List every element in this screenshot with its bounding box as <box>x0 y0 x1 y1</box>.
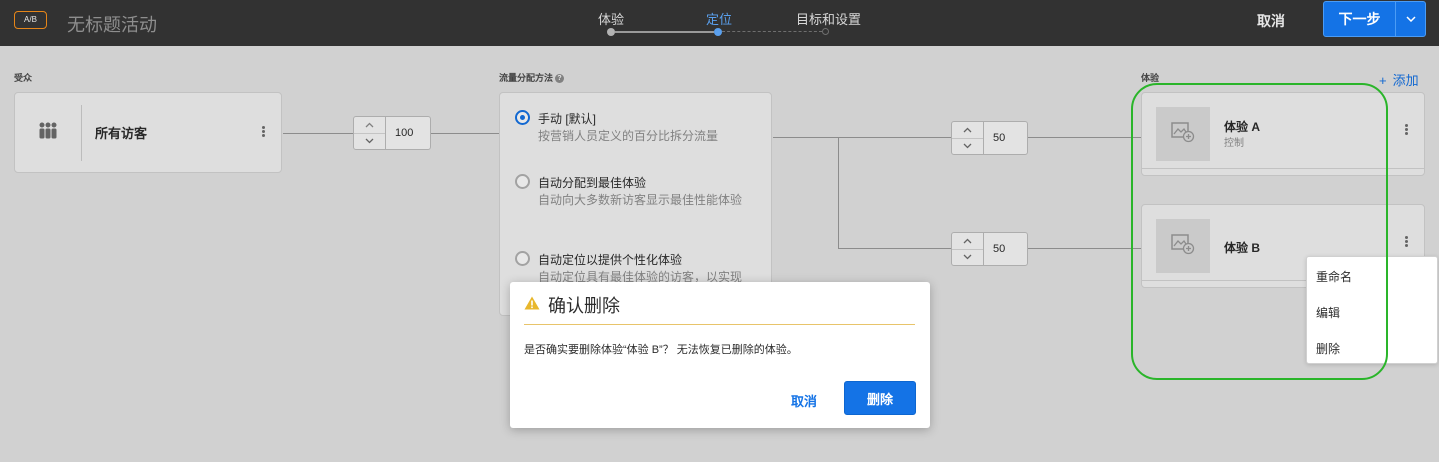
top-bar: A/B 无标题活动 体验 定位 目标和设置 取消 下一步 <box>0 0 1439 46</box>
menu-item-rename[interactable]: 重命名 <box>1316 268 1352 285</box>
workflow-steps: 体验 定位 目标和设置 <box>598 0 861 46</box>
step-progress-line <box>615 31 714 33</box>
menu-item-edit[interactable]: 编辑 <box>1316 304 1340 321</box>
experience-context-menu: 重命名 编辑 删除 <box>1306 256 1438 364</box>
next-button-group: 下一步 <box>1323 1 1426 37</box>
step-goals-settings[interactable]: 目标和设置 <box>796 9 861 28</box>
step-dot-active <box>714 28 722 36</box>
step-experiences[interactable]: 体验 <box>598 9 624 28</box>
cancel-button[interactable]: 取消 <box>1257 11 1285 31</box>
step-dot-done <box>607 28 615 36</box>
next-button[interactable]: 下一步 <box>1324 2 1395 36</box>
confirm-delete-dialog: 确认删除 是否确实要删除体验“体验 B”？ 无法恢复已删除的体验。 取消 删除 <box>510 282 930 428</box>
activity-title[interactable]: 无标题活动 <box>67 11 157 37</box>
dialog-divider <box>524 324 915 325</box>
ab-activity-badge: A/B <box>14 11 47 29</box>
menu-item-delete[interactable]: 删除 <box>1316 340 1340 357</box>
dialog-message: 是否确实要删除体验“体验 B”？ 无法恢复已删除的体验。 <box>524 344 798 356</box>
step-dot-pending <box>822 28 829 35</box>
step-targeting[interactable]: 定位 <box>706 9 732 28</box>
warning-icon <box>524 296 540 315</box>
dialog-cancel-button[interactable]: 取消 <box>791 391 817 410</box>
next-options-chevron-icon[interactable] <box>1395 2 1425 36</box>
dialog-title: 确认删除 <box>548 296 620 316</box>
step-pending-line <box>722 31 822 32</box>
dialog-delete-button[interactable]: 删除 <box>844 381 916 415</box>
